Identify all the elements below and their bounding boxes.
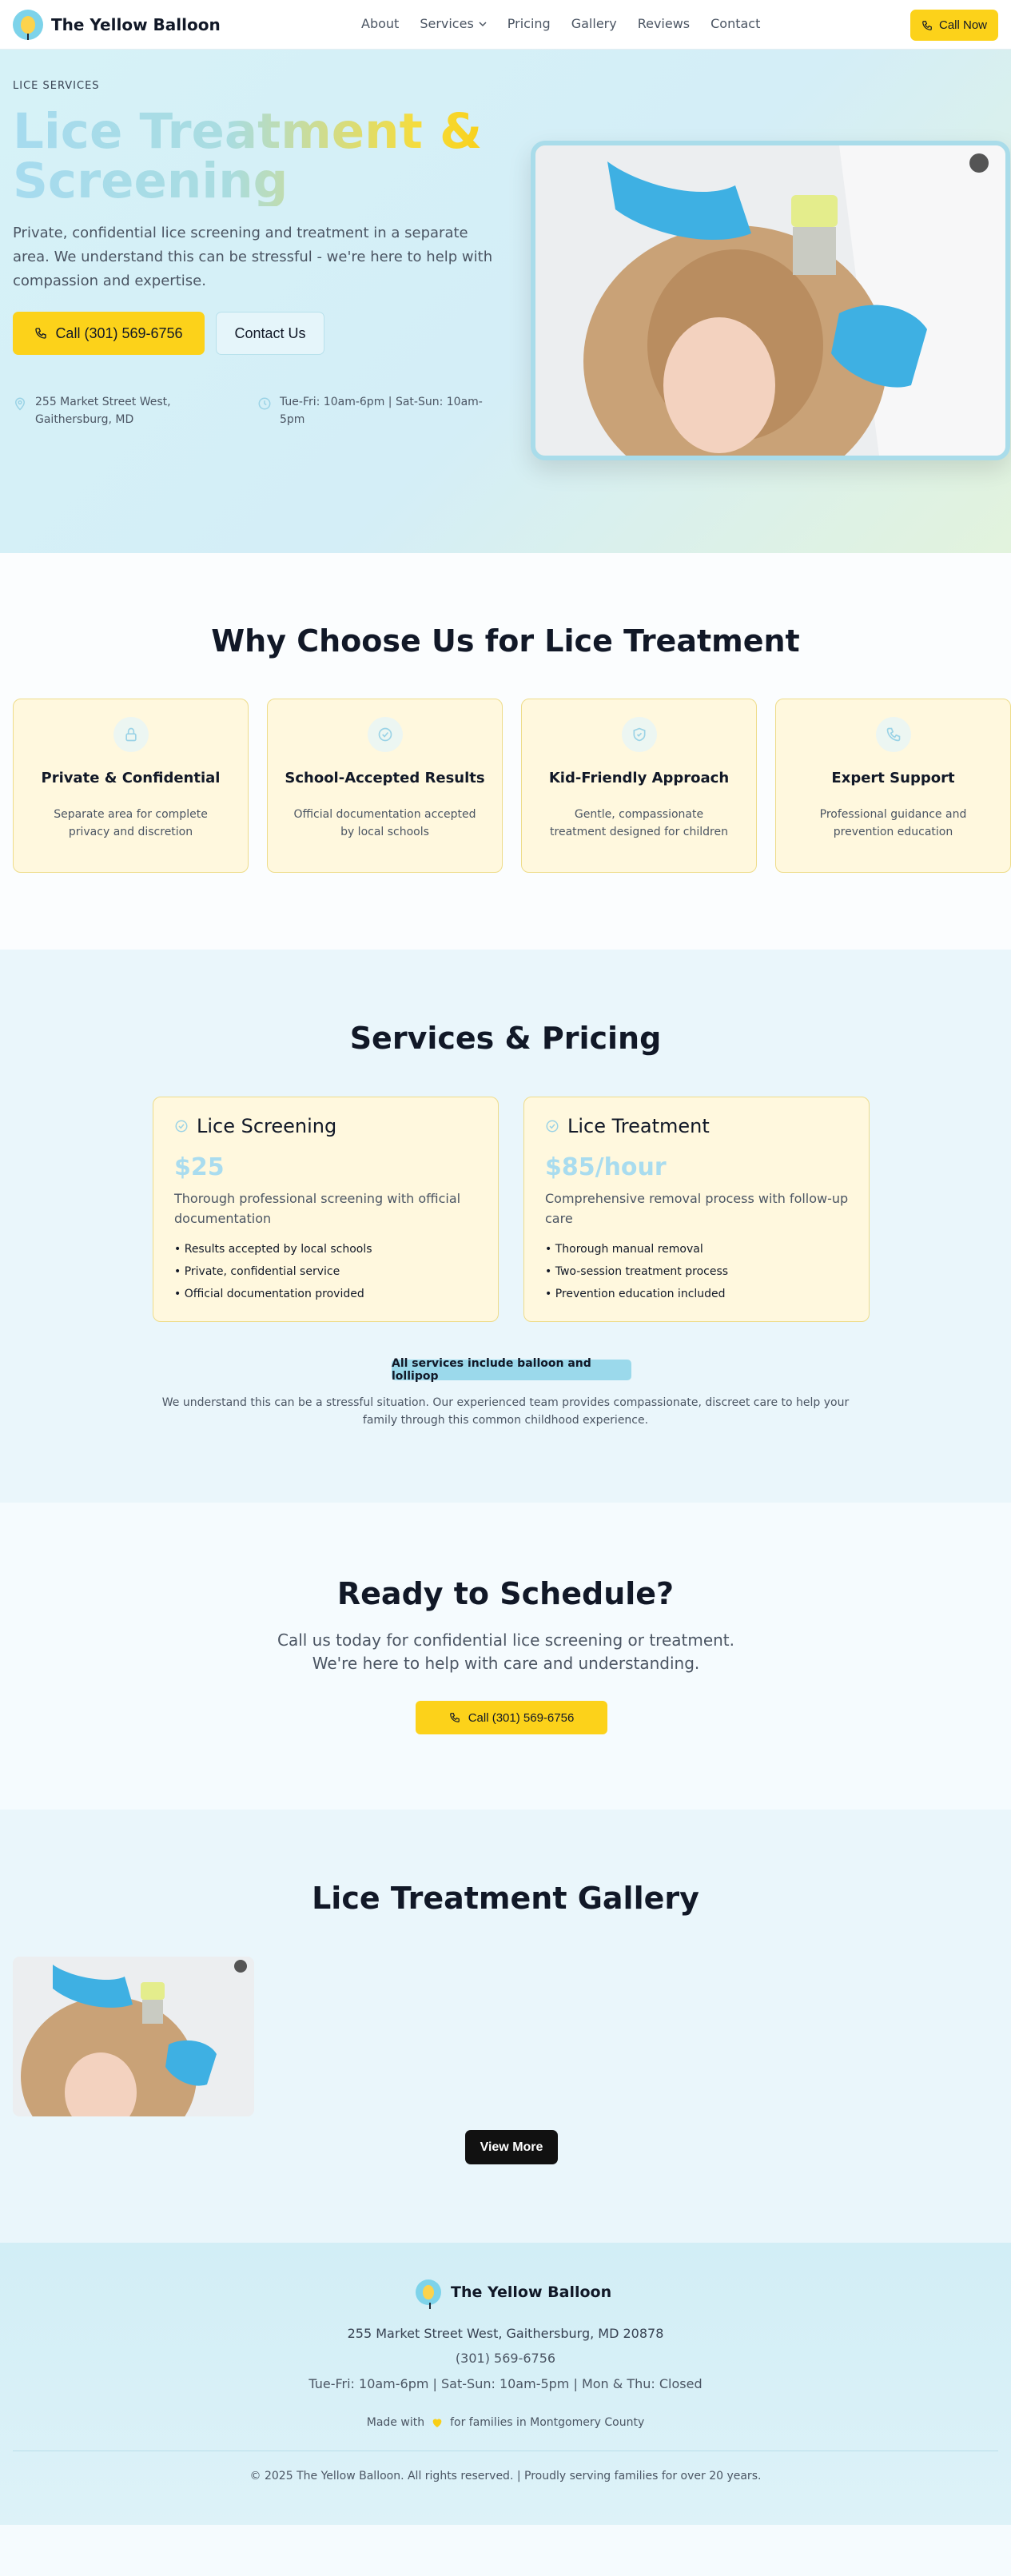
call-now-button[interactable]: Call Now: [910, 10, 998, 41]
list-item: • Results accepted by local schools: [174, 1243, 372, 1256]
list-item: • Private, confidential service: [174, 1265, 340, 1278]
pricing-card-title: Lice Screening: [174, 1115, 336, 1137]
hero-title-line2: Screening: [13, 153, 289, 209]
balloon-logo-icon: [416, 2279, 441, 2309]
hero-lead: Private, confidential lice screening and…: [13, 225, 493, 289]
pricing-card-name: Lice Screening: [197, 1115, 337, 1137]
hero-call-button[interactable]: Call (301) 569-6756: [13, 312, 205, 355]
schedule-call-button[interactable]: Call (301) 569-6756: [416, 1701, 607, 1734]
feature-text: Gentle, compassionate treatment designed…: [550, 808, 728, 838]
hero-title-line1: Lice Treatment &: [13, 103, 483, 160]
brand-name: The Yellow Balloon: [51, 15, 221, 34]
logo[interactable]: The Yellow Balloon: [13, 10, 221, 40]
check-circle-icon: [367, 717, 403, 752]
feature-text: Professional guidance and prevention edu…: [819, 808, 967, 838]
list-item: • Prevention education included: [545, 1288, 726, 1300]
feature-title: Kid-Friendly Approach: [548, 770, 730, 786]
phone-icon: [922, 20, 932, 30]
schedule-call-label: Call (301) 569-6756: [468, 1710, 575, 1725]
feature-text: Official documentation provided: [184, 1288, 364, 1300]
services-note: We understand this can be a stressful si…: [161, 1396, 850, 1427]
phone-icon: [449, 1713, 460, 1722]
feature-text: Results accepted by local schools: [184, 1243, 372, 1256]
hero-hours: Tue-Fri: 10am-6pm | Sat-Sun: 10am-5pm: [257, 393, 497, 428]
pricing-card-title: Lice Treatment: [545, 1115, 710, 1137]
footer-copyright: © 2025 The Yellow Balloon. All rights re…: [249, 2470, 762, 2482]
feature-card-kid-friendly: Kid-Friendly Approach Gentle, compassion…: [521, 699, 757, 873]
made-with-prefix: Made with: [366, 2416, 425, 2429]
phone-icon: [875, 717, 911, 752]
hero-address-text: 255 Market Street West, Gaithersburg, MD: [35, 396, 171, 426]
clock-icon: [258, 397, 271, 410]
nav-link-gallery[interactable]: Gallery: [571, 16, 617, 31]
made-with-suffix: for families in Montgomery County: [450, 2416, 645, 2429]
nav-link-about[interactable]: About: [361, 16, 399, 31]
list-item: • Two-session treatment process: [545, 1265, 729, 1278]
feature-text: Separate area for complete privacy and d…: [54, 808, 208, 838]
feature-title: Expert Support: [831, 770, 955, 786]
feature-text: Private, confidential service: [184, 1265, 340, 1278]
pricing-card-name: Lice Treatment: [567, 1115, 710, 1137]
footer-logo[interactable]: The Yellow Balloon: [416, 2279, 612, 2309]
heart-icon: [432, 2419, 442, 2427]
balloon-logo-icon: [13, 10, 43, 40]
hero-eyebrow: LICE SERVICES: [13, 80, 100, 92]
pricing-card-treatment: Lice Treatment $85/hour Comprehensive re…: [523, 1097, 870, 1322]
gallery-image[interactable]: [13, 1957, 254, 2116]
schedule-title: Ready to Schedule?: [336, 1576, 675, 1611]
footer-brand: The Yellow Balloon: [451, 2283, 612, 2301]
check-circle-icon: [175, 1120, 188, 1133]
pricing-card-price: $85/hour: [545, 1153, 667, 1181]
pricing-card-screening: Lice Screening $25 Thorough professional…: [153, 1097, 499, 1322]
nav-link-contact[interactable]: Contact: [710, 16, 760, 31]
lock-icon: [113, 717, 149, 752]
shield-check-icon: [621, 717, 657, 752]
pricing-feature-list: • Thorough manual removal • Two-session …: [545, 1238, 728, 1305]
why-title: Why Choose Us for Lice Treatment: [211, 623, 800, 659]
services-title: Services & Pricing: [349, 1021, 662, 1056]
feature-card-expert: Expert Support Professional guidance and…: [775, 699, 1011, 873]
map-pin-icon: [14, 397, 26, 411]
call-now-label: Call Now: [938, 18, 987, 32]
nav-link-services-label: Services: [420, 16, 474, 31]
feature-text: Prevention education included: [555, 1288, 726, 1300]
view-more-button[interactable]: View More: [465, 2130, 558, 2164]
pricing-card-desc: Thorough professional screening with off…: [174, 1191, 461, 1226]
phone-icon: [35, 328, 47, 339]
footer-address: 255 Market Street West, Gaithersburg, MD…: [347, 2326, 664, 2341]
schedule-text: Call us today for confidential lice scre…: [277, 1630, 735, 1673]
contact-us-button[interactable]: Contact Us: [216, 312, 324, 355]
list-item: • Official documentation provided: [174, 1288, 364, 1300]
hero-hours-text: Tue-Fri: 10am-6pm | Sat-Sun: 10am-5pm: [280, 396, 483, 426]
hero-photo-lice-comb: [531, 141, 1010, 460]
chevron-down-icon: [479, 21, 487, 26]
gallery-title: Lice Treatment Gallery: [312, 1881, 699, 1916]
top-navbar: The Yellow Balloon About Services Pricin…: [0, 0, 1011, 50]
feature-title: Private & Confidential: [41, 770, 221, 786]
nav-links: About Services Pricing Gallery Reviews C…: [361, 16, 760, 31]
footer-hours: Tue-Fri: 10am-6pm | Sat-Sun: 10am-5pm | …: [308, 2376, 703, 2391]
services-badge: All services include balloon and lollipo…: [392, 1357, 631, 1383]
nav-link-reviews[interactable]: Reviews: [638, 16, 690, 31]
nav-link-services[interactable]: Services: [420, 16, 487, 31]
hero-title: Lice Treatment & Screening: [13, 107, 492, 206]
pricing-feature-list: • Results accepted by local schools • Pr…: [174, 1238, 372, 1305]
pricing-card-desc: Comprehensive removal process with follo…: [545, 1191, 849, 1226]
hero-call-label: Call (301) 569-6756: [55, 324, 183, 341]
feature-card-private: Private & Confidential Separate area for…: [13, 699, 249, 873]
footer-made-with: Made with for families in Montgomery Cou…: [0, 2416, 1011, 2429]
list-item: • Thorough manual removal: [545, 1243, 703, 1256]
nav-link-pricing[interactable]: Pricing: [507, 16, 551, 31]
check-circle-icon: [546, 1120, 559, 1133]
footer-phone[interactable]: (301) 569-6756: [0, 2351, 1011, 2366]
feature-text: Thorough manual removal: [555, 1243, 703, 1256]
feature-text: Official documentation accepted by local…: [293, 808, 476, 838]
pricing-card-price: $25: [174, 1153, 225, 1181]
feature-title: School-Accepted Results: [285, 770, 485, 786]
hero-address: 255 Market Street West, Gaithersburg, MD: [13, 393, 245, 428]
feature-card-school: School-Accepted Results Official documen…: [267, 699, 503, 873]
feature-text: Two-session treatment process: [555, 1265, 729, 1278]
